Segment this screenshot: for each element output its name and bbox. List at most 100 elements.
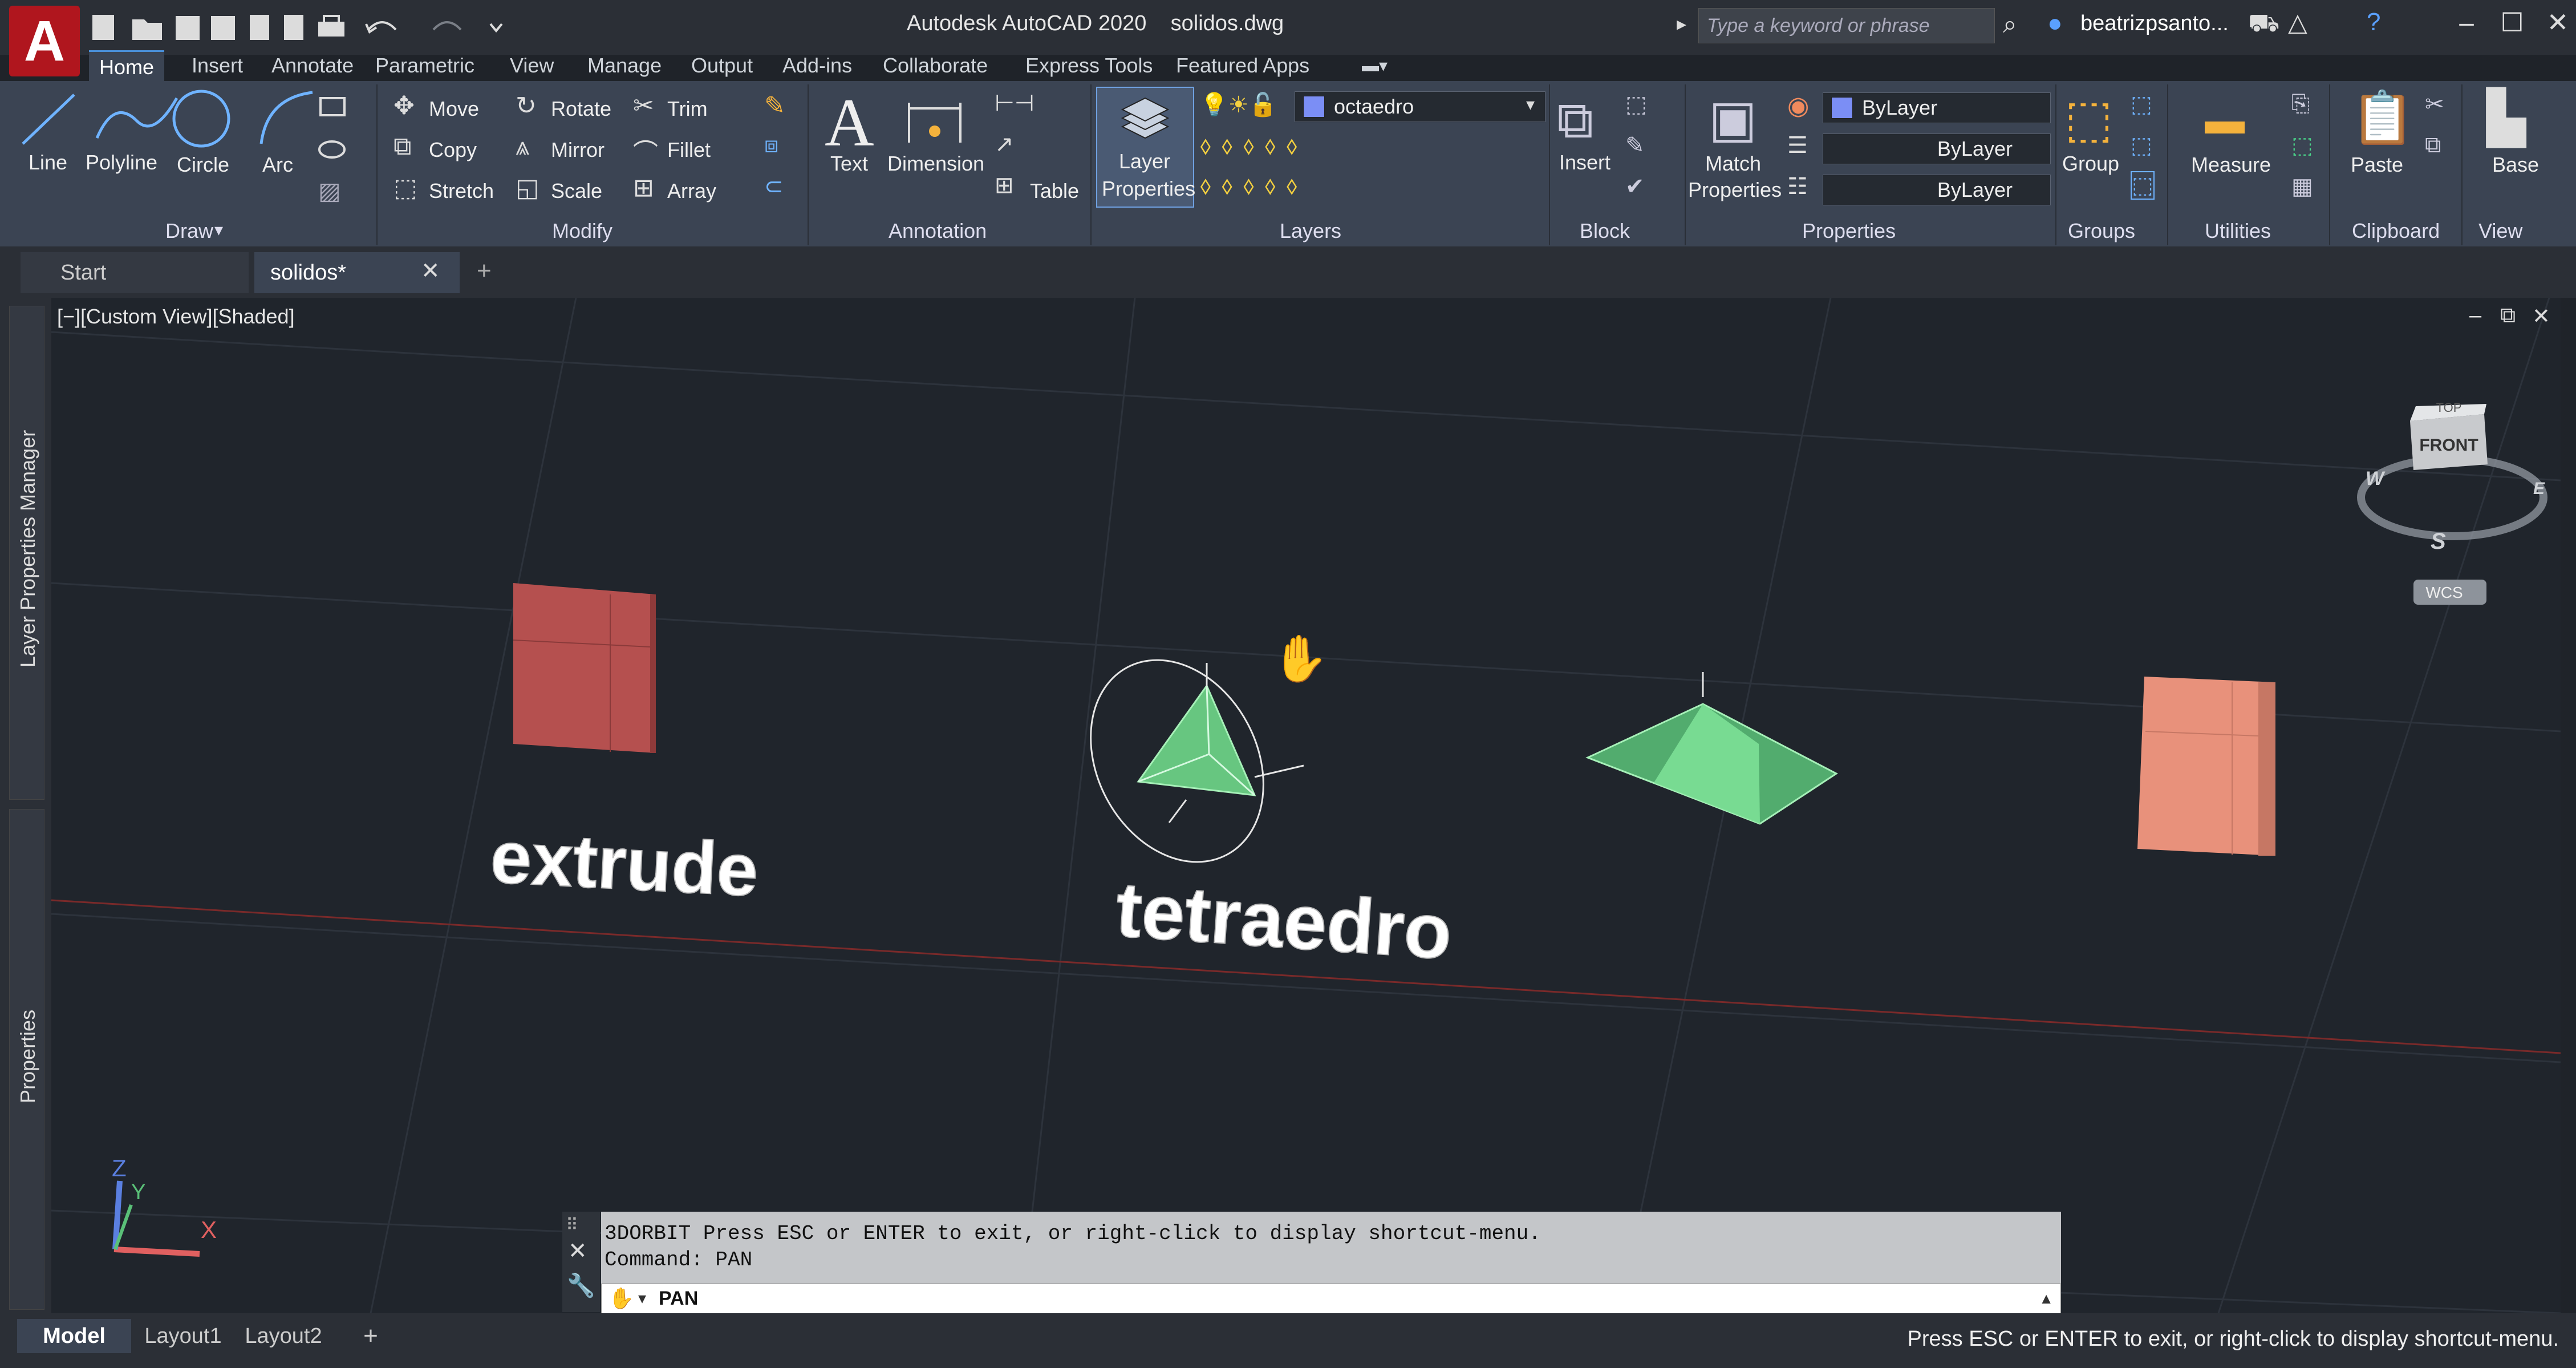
create-block-icon[interactable]: ⬚: [1625, 91, 1647, 118]
erase-icon[interactable]: ✎: [764, 91, 785, 120]
new-icon[interactable]: [92, 15, 114, 40]
properties-palette-title[interactable]: Properties: [16, 1010, 40, 1103]
quick-select-icon[interactable]: ⎘: [2291, 91, 2310, 117]
panel-title-draw[interactable]: Draw: [165, 219, 213, 243]
save-as-icon[interactable]: [211, 16, 235, 40]
compass-s-label[interactable]: S: [2431, 529, 2446, 554]
ungroup-icon[interactable]: ⬚: [2131, 91, 2152, 118]
share-icon[interactable]: [284, 15, 303, 40]
panel-expand-draw-icon[interactable]: ▾: [214, 220, 223, 240]
measure-button[interactable]: Measure: [2191, 153, 2271, 177]
ribbon-tab-output[interactable]: Output: [681, 50, 763, 81]
ribbon-options-icon[interactable]: ▬▾: [1352, 50, 1398, 81]
search-input[interactable]: Type a keyword or phrase: [1698, 8, 1995, 43]
table-button[interactable]: Table: [1030, 179, 1079, 203]
panel-title-view[interactable]: View: [2478, 219, 2522, 243]
rotate-button[interactable]: Rotate: [551, 97, 611, 121]
a360-icon[interactable]: △: [2288, 8, 2307, 37]
match-properties-label-2[interactable]: Properties: [1688, 178, 1782, 202]
extrude-label[interactable]: extrude: [488, 814, 761, 912]
cart-icon[interactable]: ⛟: [2248, 9, 2279, 41]
layout-tab-layout2[interactable]: Layout2: [235, 1319, 332, 1353]
command-customize-icon[interactable]: 🔧: [567, 1272, 595, 1299]
viewport-minimize-icon[interactable]: –: [2469, 303, 2481, 328]
block-attributes-icon[interactable]: ✔: [1625, 173, 1645, 200]
layer-manager-palette-title[interactable]: Layer Properties Manager: [16, 430, 40, 667]
minimize-icon[interactable]: –: [2447, 7, 2486, 38]
base-button[interactable]: Base: [2492, 153, 2539, 177]
panel-title-layers[interactable]: Layers: [1280, 219, 1341, 243]
close-tab-icon[interactable]: ✕: [421, 258, 440, 284]
undo-icon[interactable]: [365, 21, 397, 34]
move-button[interactable]: Move: [429, 97, 479, 121]
viewport-controls[interactable]: [−][Custom View][Shaded]: [57, 305, 295, 329]
layout-tab-model[interactable]: Model: [17, 1319, 131, 1353]
layer-tools-row1-icon[interactable]: ⬨⬨⬨⬨⬨: [1200, 131, 1308, 160]
insert-button[interactable]: Insert: [1559, 151, 1610, 175]
paste-button[interactable]: Paste: [2351, 153, 2403, 177]
panel-title-properties[interactable]: Properties: [1802, 219, 1896, 243]
command-recent-icon[interactable]: ▾: [638, 1289, 646, 1308]
group-button[interactable]: Group: [2062, 152, 2119, 176]
tab-start[interactable]: Start: [21, 252, 249, 293]
binoculars-icon[interactable]: ⌕: [2003, 10, 2017, 39]
circle-icon[interactable]: [172, 90, 230, 148]
ellipse-icon[interactable]: [318, 140, 346, 159]
line-icon[interactable]: [22, 94, 75, 145]
panel-title-utilities[interactable]: Utilities: [2205, 219, 2271, 243]
panel-title-block[interactable]: Block: [1580, 219, 1630, 243]
ribbon-tab-annotate[interactable]: Annotate: [261, 50, 364, 81]
viewport-restore-icon[interactable]: ⧉: [2500, 303, 2516, 328]
polyline-button[interactable]: Polyline: [86, 151, 157, 175]
cut-icon[interactable]: ✂: [2425, 91, 2444, 118]
dimension-button[interactable]: Dimension: [887, 152, 984, 176]
viewcube[interactable]: TOP FRONT W E S WCS: [2357, 400, 2547, 605]
leader-icon[interactable]: ↗: [995, 131, 1014, 157]
polyline-icon[interactable]: [95, 97, 179, 139]
ribbon-tab-view[interactable]: View: [500, 50, 564, 81]
compass-e-label[interactable]: E: [2533, 479, 2545, 498]
extrude-box[interactable]: [513, 583, 656, 753]
linetype-dropdown[interactable]: ByLayer: [1823, 133, 2051, 164]
ribbon-tab-express-tools[interactable]: Express Tools: [1015, 50, 1163, 81]
hatch-icon[interactable]: ▨: [318, 177, 341, 205]
command-close-icon[interactable]: ✕: [568, 1238, 587, 1264]
redo-icon[interactable]: [432, 21, 462, 31]
add-layout-icon[interactable]: +: [348, 1319, 394, 1353]
explode-icon[interactable]: ⧈: [764, 132, 778, 158]
offset-icon[interactable]: ⊂: [764, 173, 784, 200]
arc-icon[interactable]: [259, 91, 313, 144]
application-menu-button[interactable]: A: [9, 6, 80, 76]
tetraedro-label[interactable]: tetraedro: [1113, 865, 1455, 976]
linear-dim-icon[interactable]: ⊢⊣: [995, 90, 1035, 116]
open-from-web-icon[interactable]: [250, 15, 269, 40]
expand-search-icon[interactable]: ▸: [1677, 13, 1686, 35]
group-select-icon[interactable]: ⬚: [2131, 171, 2155, 200]
scale-button[interactable]: Scale: [551, 179, 602, 203]
open-icon[interactable]: [132, 19, 162, 40]
stretch-button[interactable]: Stretch: [429, 179, 494, 203]
ribbon-tab-collaborate[interactable]: Collaborate: [873, 50, 998, 81]
panel-title-groups[interactable]: Groups: [2068, 219, 2135, 243]
ribbon-tab-parametric[interactable]: Parametric: [365, 50, 485, 81]
layer-dropdown[interactable]: octaedro: [1295, 91, 1545, 122]
array-button[interactable]: Array: [667, 179, 716, 203]
plot-icon[interactable]: [318, 15, 344, 37]
group-edit-icon[interactable]: ⬚: [2131, 132, 2152, 159]
copy-button[interactable]: Copy: [429, 138, 477, 162]
layer-dropdown-arrow-icon[interactable]: ▾: [1526, 95, 1535, 115]
ribbon-tab-insert[interactable]: Insert: [181, 50, 253, 81]
ribbon-tab-home[interactable]: Home: [89, 50, 165, 83]
maximize-icon[interactable]: ☐: [2492, 7, 2532, 38]
panel-title-annotation[interactable]: Annotation: [889, 219, 987, 243]
layout-tab-layout1[interactable]: Layout1: [135, 1319, 232, 1353]
ribbon-tab-manage[interactable]: Manage: [577, 50, 672, 81]
octaedro-solid[interactable]: [1585, 672, 1838, 825]
orange-box[interactable]: [2137, 677, 2275, 856]
panel-title-modify[interactable]: Modify: [552, 219, 612, 243]
select-all-icon[interactable]: ⬚: [2291, 132, 2313, 159]
ribbon-tab-add-ins[interactable]: Add-ins: [772, 50, 862, 81]
command-input[interactable]: ✋ ▾ PAN ▲: [601, 1284, 2061, 1314]
user-name[interactable]: beatrizpsanto...: [2080, 11, 2229, 36]
edit-block-icon[interactable]: ✎: [1625, 132, 1645, 159]
